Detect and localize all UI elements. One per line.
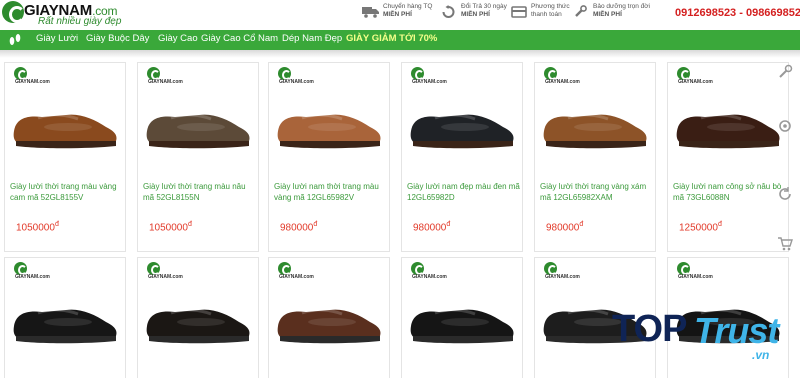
product-card[interactable]: GIAYNAM.com Giày lười thời trang màu nâu … [137,62,259,252]
wrench-icon[interactable] [776,64,794,82]
product-card[interactable]: GIAYNAM.com Giày lười thời trang vàng xám… [534,62,656,252]
price-value: 1050000 [149,222,188,234]
shoe-image [13,113,117,149]
price-value: 1250000 [679,222,718,234]
site-header: GIAYNAM.com Rất nhiều giày đẹp Chuyển hà… [0,0,800,30]
product-card[interactable]: GIAYNAM.com [401,257,523,378]
toptrust-watermark: TOP Trust .vn [612,308,792,368]
logo-mark-icon [2,1,25,23]
card-brand-logo: GIAYNAM.com [544,262,584,282]
card-brand-logo: GIAYNAM.com [14,262,54,282]
product-card[interactable]: GIAYNAM.com Giày lười nam công sở nâu bò … [667,62,789,252]
product-card[interactable]: GIAYNAM.com Giày lười nam đẹp màu đen mã … [401,62,523,252]
watermark-vn: .vn [752,348,770,362]
nav-item-giay-luoi[interactable]: Giày Lười [36,33,78,44]
shoe-image [277,113,381,149]
service-line1: Bảo dưỡng trọn đời [593,3,650,10]
card-brand-logo: GIAYNAM.com [677,67,717,87]
nav-item-dep-nam-dep[interactable]: Dép Nam Đẹp [282,33,342,44]
nav-shadow [0,50,800,58]
footprint-icon [8,33,22,47]
product-price: 1050000đ [149,221,192,233]
product-price: 980000đ [546,221,583,233]
price-currency: đ [313,221,318,228]
price-value: 980000 [280,222,314,234]
price-value: 980000 [546,222,580,234]
card-brand-logo: GIAYNAM.com [278,262,318,282]
product-name[interactable]: Giày lười nam đẹp màu đen mã 12GL65982D [407,181,522,203]
price-currency: đ [717,221,722,228]
hotline-phones[interactable]: 0912698523 - 0986698523 [675,7,800,19]
card-brand-logo: GIAYNAM.com [278,67,318,87]
shoe-image [676,113,780,149]
site-logo[interactable]: GIAYNAM.com Rất nhiều giày đẹp [2,1,152,29]
shoe-image [146,113,250,149]
shoe-image [410,113,514,149]
product-card[interactable]: GIAYNAM.com [4,257,126,378]
card-brand-logo: GIAYNAM.com [14,67,54,87]
service-line1: Chuyển hàng TQ [383,3,433,10]
shoe-image [13,308,117,344]
product-card[interactable]: GIAYNAM.com Giày lười thời trang màu vàng… [4,62,126,252]
truck-icon [362,5,379,19]
card-brand-logo: GIAYNAM.com [411,67,451,87]
card-brand-logo: GIAYNAM.com [544,67,584,87]
service-line2: MIỄN PHÍ [383,11,412,18]
product-name[interactable]: Giày lười thời trang vàng xám mã 12GL659… [540,181,655,203]
service-line2: thanh toán [531,11,562,18]
product-name[interactable]: Giày lười thời trang màu nâu mã 52GL8155… [143,181,258,203]
nav-item-giay-cao-co-nam[interactable]: Giày Cao Cổ Nam [201,33,278,44]
price-currency: đ [579,221,584,228]
settings-icon[interactable] [776,118,794,136]
watermark-top: TOP [612,308,687,350]
product-name[interactable]: Giày lười nam thời trang màu vàng mã 12G… [274,181,389,203]
card-brand-logo: GIAYNAM.com [147,67,187,87]
cart-icon[interactable] [776,236,794,254]
nav-item-giay-cao[interactable]: Giày Cao [158,33,198,44]
price-value: 980000 [413,222,447,234]
product-price: 1050000đ [16,221,59,233]
service-line2: MIỄN PHÍ [461,11,490,18]
price-currency: đ [187,221,192,228]
price-currency: đ [54,221,59,228]
product-price: 980000đ [280,221,317,233]
product-card[interactable]: GIAYNAM.com [268,257,390,378]
nav-item-sale[interactable]: GIÀY GIẢM TỚI 70% [346,33,437,44]
product-card[interactable]: GIAYNAM.com [137,257,259,378]
price-value: 1050000 [16,222,55,234]
product-name[interactable]: Giày lười thời trang màu vàng cam mã 52G… [10,181,125,203]
price-currency: đ [446,221,451,228]
shoe-image [146,308,250,344]
payment-icon [510,5,527,19]
product-name[interactable]: Giày lười nam công sở nâu bò mã 73GL6088… [673,181,788,203]
return-icon [440,5,457,19]
product-price: 980000đ [413,221,450,233]
service-line1: Đổi Trả 30 ngày [461,3,507,10]
repair-icon [572,5,589,19]
logo-tagline: Rất nhiều giày đẹp [38,16,122,27]
shoe-image [277,308,381,344]
shoe-image [410,308,514,344]
watermark-trust: Trust [694,310,779,351]
product-price: 1250000đ [679,221,722,233]
product-card[interactable]: GIAYNAM.com Giày lười nam thời trang màu … [268,62,390,252]
service-line2: MIỄN PHÍ [593,11,622,18]
service-line1: Phương thức [531,3,570,10]
nav-item-giay-buoc-day[interactable]: Giày Buộc Dây [86,33,149,44]
shoe-image [543,113,647,149]
card-brand-logo: GIAYNAM.com [677,262,717,282]
refresh-icon[interactable] [776,186,794,204]
card-brand-logo: GIAYNAM.com [411,262,451,282]
main-nav: Giày Lười Giày Buộc Dây Giày Cao Giày Ca… [0,30,800,50]
card-brand-logo: GIAYNAM.com [147,262,187,282]
